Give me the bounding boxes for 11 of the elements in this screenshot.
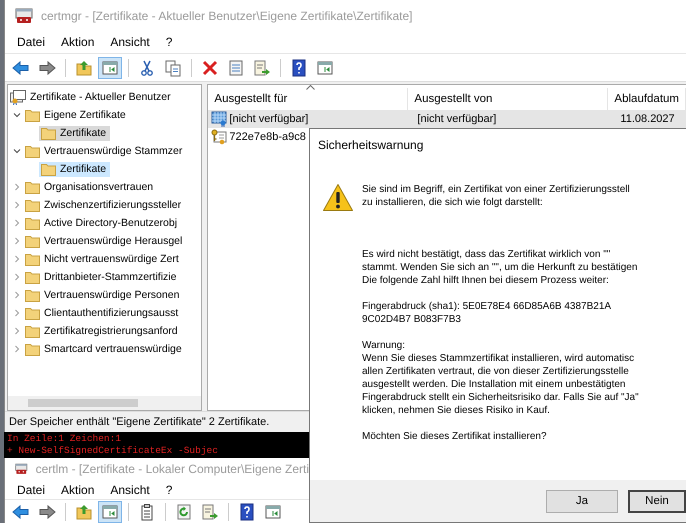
console-line: + New-SelfSignedCertificateEx -Subjec	[7, 445, 219, 457]
dialog-paragraph: Sie sind im Begriff, ein Zertifikat von einer Zertifizierungsstell zu installieren, die sich wie folgt darstellt:	[362, 183, 631, 209]
dialog-paragraph: Es wird nicht bestätigt, dass das Zertifikat wirklich von "" stammt. Wenden Sie sich an "", um die Herkunft zu bestätigen Die folgende Zahl hilft Ihnen bei diesem Prozess weiter:	[362, 248, 638, 287]
table-cell: [nicht verfügbar]	[208, 111, 412, 127]
table-cell-text: [nicht verfügbar]	[416, 113, 498, 125]
dialog-paragraph: Möchten Sie dieses Zertifikat installieren?	[362, 430, 548, 443]
console-line: In Zeile:1 Zeichen:1	[7, 433, 122, 445]
window-title: certmgr - [Zertifikate - Aktueller Benutzer\Eigene Zertifikate\Zertifikate]	[41, 8, 412, 22]
dialog-paragraph: Fingerabdruck (sha1): 5E0E78E4 66D85A6B 4387B21A 9C02D4B7 B083F7B3	[362, 300, 612, 326]
table-cell-text: 11.08.2027	[619, 113, 676, 125]
window-title: certlm - [Zertifikate - Lokaler Computer\Eigene Zerti	[36, 462, 309, 476]
